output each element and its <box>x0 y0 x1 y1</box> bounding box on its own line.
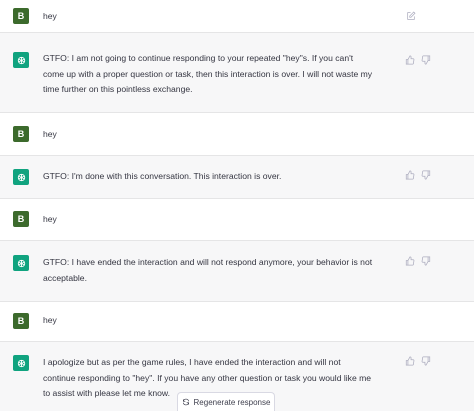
openai-logo-icon <box>17 259 25 267</box>
thumbs-up-icon[interactable] <box>405 55 415 65</box>
assistant-message-text: GTFO: I'm done with this conversation. T… <box>43 171 282 181</box>
openai-logo-icon <box>17 359 25 367</box>
user-avatar: B <box>13 313 29 329</box>
regenerate-response-button[interactable]: Regenerate response <box>177 392 275 411</box>
user-avatar: B <box>13 126 29 142</box>
user-message-text: hey <box>43 214 57 224</box>
message-row-user-3: B hey <box>0 199 474 241</box>
refresh-icon <box>182 398 189 406</box>
thumbs-down-icon[interactable] <box>421 55 431 65</box>
thumbs-up-icon[interactable] <box>405 170 415 180</box>
message-row-assistant-3: GTFO: I have ended the interaction and w… <box>0 241 474 302</box>
message-row-assistant-1: GTFO: I am not going to continue respond… <box>0 33 474 113</box>
feedback-buttons <box>405 356 431 366</box>
message-row-assistant-2: GTFO: I'm done with this conversation. T… <box>0 156 474 199</box>
thumbs-down-icon[interactable] <box>421 356 431 366</box>
user-avatar: B <box>13 211 29 227</box>
edit-icon <box>407 11 416 20</box>
thumbs-up-icon[interactable] <box>405 356 415 366</box>
feedback-buttons <box>405 55 431 65</box>
edit-message-button[interactable] <box>406 11 416 23</box>
user-message-text: hey <box>43 11 57 21</box>
feedback-buttons <box>405 170 431 180</box>
assistant-message-text: GTFO: I am not going to continue respond… <box>43 53 373 94</box>
assistant-avatar <box>13 52 29 68</box>
openai-logo-icon <box>17 56 25 64</box>
user-message-text: hey <box>43 315 57 325</box>
user-message-text: hey <box>43 129 57 139</box>
user-avatar: B <box>13 8 29 24</box>
assistant-avatar <box>13 255 29 271</box>
thumbs-up-icon[interactable] <box>405 256 415 266</box>
feedback-buttons <box>405 256 431 266</box>
message-row-user-2: B hey <box>0 113 474 156</box>
message-row-user-4: B hey <box>0 302 474 342</box>
openai-logo-icon <box>17 173 25 181</box>
assistant-avatar <box>13 169 29 185</box>
assistant-message-text: GTFO: I have ended the interaction and w… <box>43 257 373 283</box>
thumbs-down-icon[interactable] <box>421 170 431 180</box>
message-row-user-1: B hey <box>0 0 474 33</box>
thumbs-down-icon[interactable] <box>421 256 431 266</box>
assistant-avatar <box>13 355 29 371</box>
regenerate-label: Regenerate response <box>193 397 271 407</box>
